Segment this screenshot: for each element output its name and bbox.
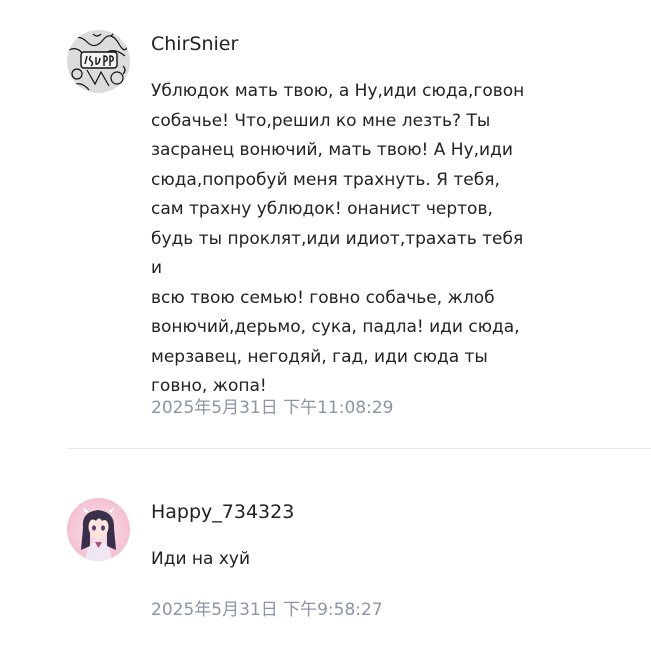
anime-girl-avatar-icon — [67, 498, 130, 561]
user-avatar[interactable] — [67, 498, 130, 561]
comment-username[interactable]: Happy_734323 — [151, 501, 294, 523]
graffiti-doodle-avatar-icon — [67, 30, 130, 93]
comment-text: Ублюдок мать твою, а Ну,иди сюда,говон с… — [151, 81, 525, 396]
user-avatar[interactable] — [67, 30, 130, 93]
comment-text: Иди на хуй — [151, 549, 251, 569]
comment-divider — [67, 448, 651, 449]
comment-timestamp: 2025年5月31日 下午9:58:27 — [151, 600, 383, 620]
comment-timestamp: 2025年5月31日 下午11:08:29 — [151, 398, 394, 418]
comment-username[interactable]: ChirSnier — [151, 33, 238, 55]
